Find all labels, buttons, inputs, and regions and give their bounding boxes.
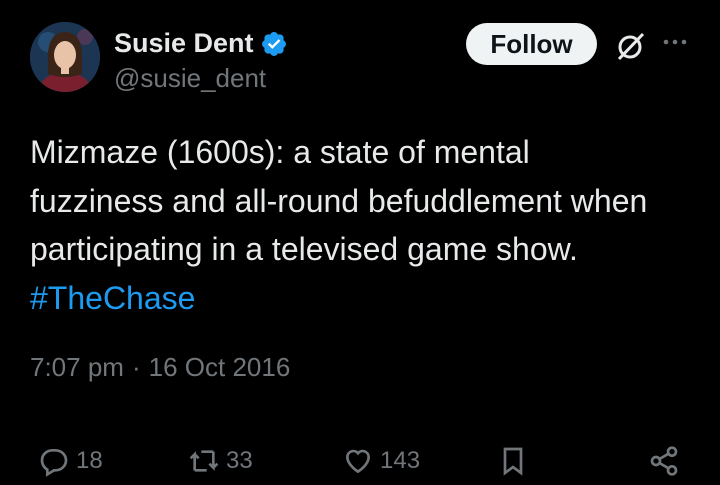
tweet-header: Susie Dent @susie_dent Follow bbox=[30, 22, 720, 102]
verified-badge-icon[interactable] bbox=[260, 30, 288, 58]
retweet-button[interactable]: 33 bbox=[188, 445, 253, 477]
tweet-body: Mizmaze (1600s): a state of mental fuzzi… bbox=[30, 134, 648, 267]
more-options-icon[interactable] bbox=[660, 32, 690, 52]
name-block: Susie Dent @susie_dent bbox=[114, 28, 288, 94]
share-button[interactable] bbox=[648, 445, 680, 477]
retweet-count: 33 bbox=[226, 447, 253, 474]
avatar[interactable] bbox=[30, 22, 100, 92]
reply-icon bbox=[40, 449, 68, 477]
like-button[interactable]: 143 bbox=[342, 445, 420, 477]
bookmark-button[interactable] bbox=[497, 445, 529, 477]
action-bar: 18 33 143 bbox=[0, 445, 720, 485]
heart-icon bbox=[345, 449, 371, 474]
display-name[interactable]: Susie Dent bbox=[114, 28, 288, 59]
reply-count: 18 bbox=[76, 447, 103, 474]
tweet-meta: 7:07 pm · 16 Oct 2016 bbox=[30, 352, 290, 383]
tweet-text: Mizmaze (1600s): a state of mental fuzzi… bbox=[30, 128, 670, 322]
share-icon bbox=[650, 446, 678, 476]
reply-button[interactable]: 18 bbox=[38, 445, 103, 477]
tweet-time[interactable]: 7:07 pm bbox=[30, 352, 124, 383]
tweet-date[interactable]: 16 Oct 2016 bbox=[149, 352, 291, 383]
meta-separator: · bbox=[131, 352, 141, 382]
retweet-icon bbox=[189, 450, 219, 472]
display-name-text[interactable]: Susie Dent bbox=[114, 28, 254, 59]
bookmark-icon bbox=[503, 447, 523, 476]
like-count: 143 bbox=[380, 447, 421, 474]
grok-icon[interactable] bbox=[615, 30, 647, 62]
hashtag-link[interactable]: #TheChase bbox=[30, 280, 195, 316]
handle[interactable]: @susie_dent bbox=[114, 63, 288, 94]
follow-button[interactable]: Follow bbox=[466, 23, 597, 65]
